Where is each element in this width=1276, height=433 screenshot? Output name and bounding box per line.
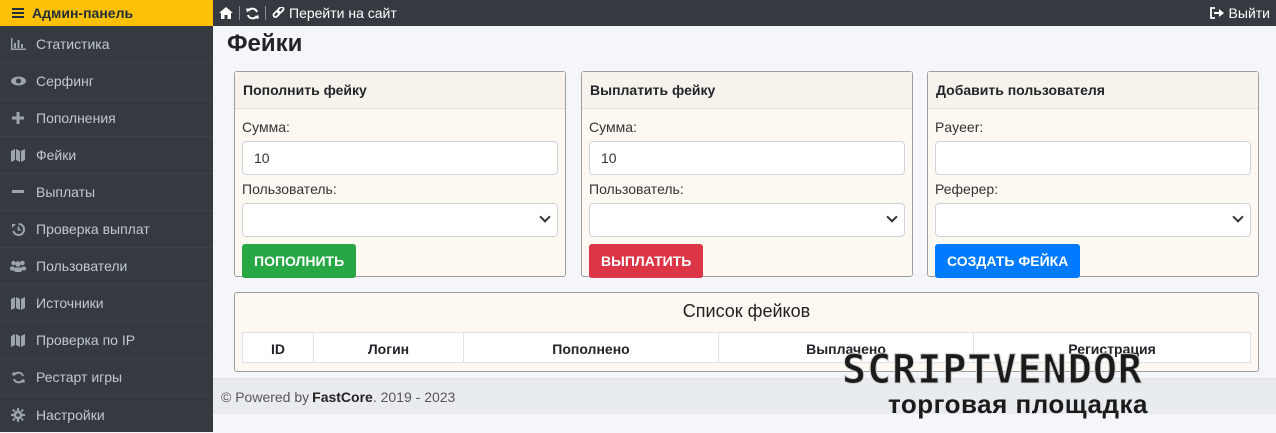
plus-icon	[10, 111, 26, 125]
logout-link[interactable]: Выйти	[1209, 5, 1276, 21]
watermark: SCRIPTVENDOR торговая площадка	[842, 347, 1262, 420]
sidebar: Админ-панель Статистика Серфинг Пополнен…	[0, 0, 213, 432]
payeer-input[interactable]	[935, 141, 1251, 175]
sidebar-item-deposits[interactable]: Пополнения	[0, 100, 213, 137]
sidebar-item-label: Источники	[36, 295, 104, 311]
map-icon	[10, 148, 26, 162]
amount-input[interactable]: 10	[589, 141, 905, 175]
watermark-title: SCRIPTVENDOR	[842, 347, 1143, 394]
chevron-down-icon	[886, 211, 898, 223]
sidebar-item-ip-check[interactable]: Проверка по IP	[0, 322, 213, 359]
column-header-login[interactable]: Логин	[314, 333, 464, 362]
column-header-deposited[interactable]: Пополнено	[464, 333, 719, 362]
sidebar-item-label: Серфинг	[36, 73, 94, 89]
chart-icon	[10, 37, 26, 51]
go-to-site-link[interactable]: Перейти на сайт	[266, 0, 403, 26]
sidebar-item-payouts[interactable]: Выплаты	[0, 174, 213, 211]
deposit-fake-card: Пополнить фейку Сумма: 10 Пользователь: …	[234, 71, 566, 278]
payout-button[interactable]: ВЫПЛАТИТЬ	[589, 244, 704, 278]
sidebar-item-label: Пользователи	[36, 258, 128, 274]
refresh-icon	[10, 370, 26, 384]
go-to-site-label: Перейти на сайт	[289, 5, 397, 21]
chevron-down-icon	[1232, 211, 1244, 223]
footer-brand: FastCore	[312, 388, 373, 405]
history-icon	[10, 222, 26, 236]
brand-label: Админ-панель	[32, 5, 134, 21]
sidebar-item-label: Проверка выплат	[36, 221, 150, 237]
home-link[interactable]	[213, 0, 239, 26]
sidebar-item-surfing[interactable]: Серфинг	[0, 63, 213, 100]
create-fake-button[interactable]: СОЗДАТЬ ФЕЙКА	[935, 244, 1081, 278]
sidebar-item-fakes[interactable]: Фейки	[0, 137, 213, 174]
card-title: Добавить пользователя	[928, 72, 1258, 109]
sign-out-icon	[1209, 7, 1224, 19]
sidebar-brand[interactable]: Админ-панель	[0, 0, 213, 26]
sidebar-item-sources[interactable]: Источники	[0, 285, 213, 322]
sidebar-item-label: Статистика	[36, 36, 110, 52]
footer-years: . 2019 - 2023	[372, 388, 456, 405]
map-icon	[10, 333, 26, 347]
refresh-link[interactable]	[240, 0, 265, 26]
link-icon	[272, 6, 285, 18]
sidebar-item-statistics[interactable]: Статистика	[0, 26, 213, 63]
referrer-select[interactable]	[935, 203, 1251, 237]
user-label: Пользователь:	[589, 181, 684, 197]
user-select[interactable]	[242, 203, 558, 237]
sidebar-item-payout-check[interactable]: Проверка выплат	[0, 211, 213, 248]
sidebar-item-label: Настройки	[36, 406, 105, 423]
amount-label: Сумма:	[242, 119, 290, 135]
user-label: Пользователь:	[242, 181, 337, 197]
eye-icon	[10, 74, 26, 88]
refresh-icon	[246, 7, 259, 19]
menu-icon[interactable]	[12, 8, 24, 18]
top-navbar: Перейти на сайт Выйти	[213, 0, 1276, 26]
footer-prefix: © Powered by	[221, 388, 310, 405]
add-user-card: Добавить пользователя Payeer: Реферер: С…	[927, 71, 1259, 278]
sidebar-item-label: Пополнения	[36, 110, 116, 126]
watermark-subtitle: торговая площадка	[888, 389, 1148, 419]
chevron-down-icon	[539, 211, 551, 223]
home-icon	[219, 7, 233, 19]
card-title: Выплатить фейку	[582, 72, 912, 109]
amount-label: Сумма:	[589, 119, 637, 135]
page-title: Фейки	[227, 30, 303, 57]
payeer-label: Payeer:	[935, 119, 984, 135]
card-title: Пополнить фейку	[235, 72, 565, 109]
amount-input[interactable]: 10	[242, 141, 558, 175]
referrer-label: Реферер:	[935, 181, 999, 197]
list-title: Список фейков	[682, 301, 811, 321]
main-content: Фейки Пополнить фейку Сумма: 10 Пользова…	[213, 26, 1276, 378]
sidebar-item-label: Проверка по IP	[36, 332, 136, 348]
sidebar-item-label: Рестарт игры	[36, 369, 123, 385]
map-icon	[10, 296, 26, 310]
sidebar-item-users[interactable]: Пользователи	[0, 248, 213, 285]
logout-label: Выйти	[1228, 5, 1270, 21]
payout-fake-card: Выплатить фейку Сумма: 10 Пользователь: …	[581, 71, 913, 278]
sidebar-item-restart-game[interactable]: Рестарт игры	[0, 359, 213, 396]
minus-icon	[10, 185, 26, 199]
users-icon	[10, 259, 26, 273]
sidebar-item-label: Выплаты	[36, 184, 96, 200]
sidebar-item-label: Фейки	[36, 147, 77, 163]
gear-icon	[10, 407, 26, 422]
user-select[interactable]	[589, 203, 905, 237]
deposit-button[interactable]: ПОПОЛНИТЬ	[242, 244, 357, 278]
column-header-id[interactable]: ID	[243, 333, 314, 362]
sidebar-item-settings[interactable]: Настройки	[0, 396, 213, 433]
